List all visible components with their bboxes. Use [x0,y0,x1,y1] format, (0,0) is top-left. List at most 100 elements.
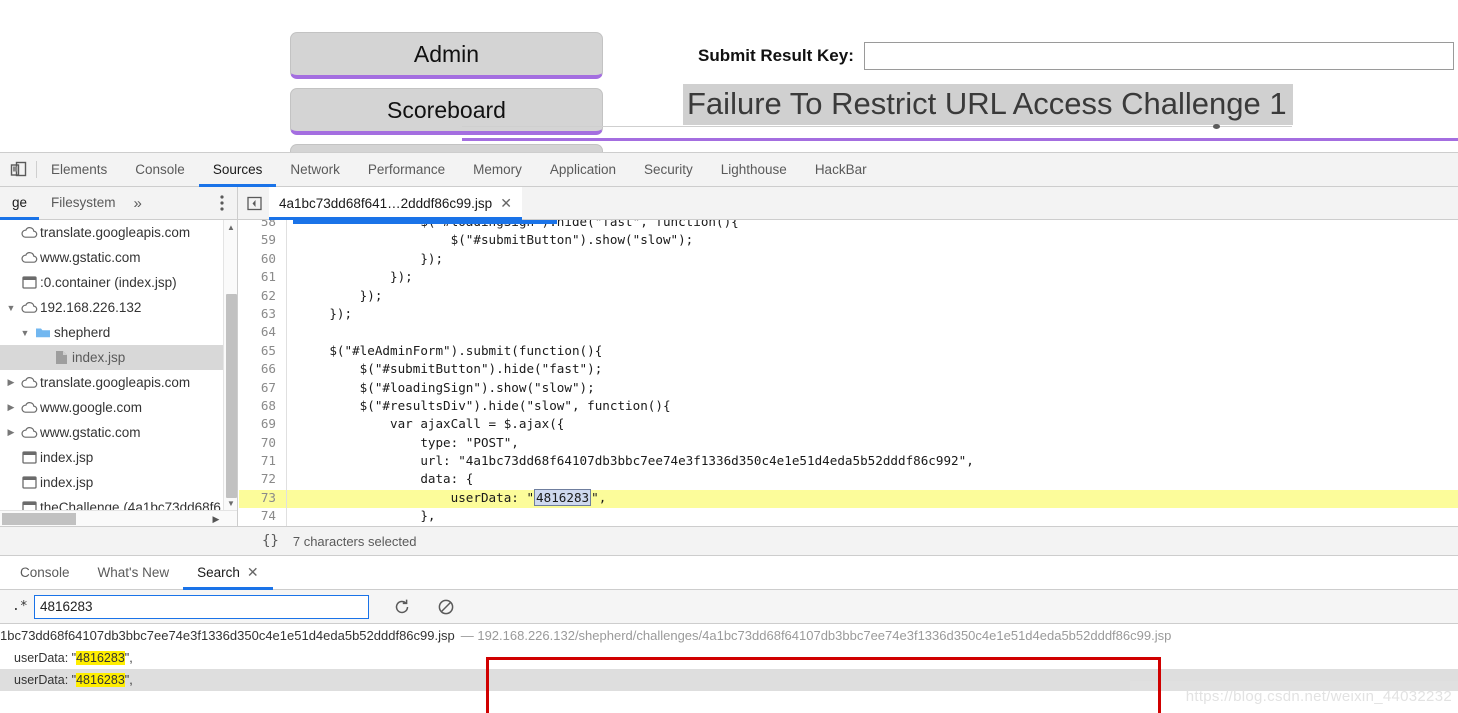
search-result-file-name: 1bc73dd68f64107db3bbc7ee74e3f1336d350c4e… [0,628,455,643]
tree-item-gstatic-1[interactable]: www.gstatic.com [0,245,223,270]
twisty-collapsed[interactable]: ▶ [4,402,18,413]
code-line-67[interactable]: 67 $("#loadingSign").show("slow"); [239,379,1458,398]
line-number: 64 [239,324,287,343]
cloud-icon [18,401,40,414]
tree-item-index-jsp-frame-2[interactable]: index.jsp [0,470,223,495]
selected-text[interactable]: 4816283 [534,488,592,506]
nav-button-next-partial[interactable] [290,144,603,152]
drawer-tab-whats-new[interactable]: What's New [84,556,184,589]
code-line-72[interactable]: 72 data: { [239,471,1458,490]
watermark-strip [1130,681,1458,691]
tab-memory[interactable]: Memory [459,153,536,186]
tree-item-index-jsp-selected[interactable]: index.jsp [0,345,223,370]
drawer-tab-search[interactable]: Search ✕ [183,556,273,590]
tab-security-label: Security [643,162,693,177]
cloud-icon [18,251,40,264]
drawer-tab-console[interactable]: Console [6,556,84,589]
tree-item-index-jsp-frame-1[interactable]: index.jsp [0,445,223,470]
tree-item-translate-googleapis-1[interactable]: translate.googleapis.com [0,220,223,245]
tree-item-container-indexjsp[interactable]: :0.container (index.jsp) [0,270,223,295]
tree-item-label: index.jsp [72,350,126,365]
twisty-expanded[interactable]: ▼ [4,303,18,313]
code-line-62[interactable]: 62 }); [239,287,1458,306]
tree-item-www-google-com[interactable]: ▶ www.google.com [0,395,223,420]
scrollbar-thumb[interactable] [226,294,237,498]
line-number: 66 [239,361,287,380]
drawer-tab-console-label: Console [20,565,70,580]
code-line-64[interactable]: 64 [239,324,1458,343]
tab-console[interactable]: Console [121,153,199,186]
pretty-print-icon[interactable]: {} [262,533,279,549]
navigator-vertical-scrollbar[interactable]: ▲ ▼ [223,220,237,510]
match-suffix: ", [124,651,133,665]
search-result-match-1[interactable]: userData: " 4816283 ", [0,647,1458,669]
line-number: 72 [239,471,287,490]
tab-elements[interactable]: Elements [37,153,121,186]
source-code-editor[interactable]: 58 $("#loadingSign").hide("fast", functi… [239,220,1458,526]
tab-hackbar[interactable]: HackBar [801,153,881,186]
nav-button-admin[interactable]: Admin [290,32,603,79]
file-icon [50,350,72,365]
cloud-icon [18,301,40,314]
navigator-tab-page[interactable]: ge [0,187,40,220]
file-tree: translate.googleapis.com www.gstatic.com [0,220,223,520]
frame-icon [18,276,40,289]
navigator-horizontal-scrollbar[interactable]: ▶ [0,510,237,526]
tab-security[interactable]: Security [630,153,707,186]
code-line-61[interactable]: 61 }); [239,269,1458,288]
scroll-down-arrow-icon[interactable]: ▼ [224,496,237,510]
code-line-73-highlighted[interactable]: 73 userData: " 4816283 ", [239,488,1458,509]
navigator-tab-filesystem[interactable]: Filesystem [39,187,128,220]
tab-performance[interactable]: Performance [354,153,459,186]
editor-file-tab[interactable]: 4a1bc73dd68f641…2dddf86c99.jsp ✕ [269,187,522,220]
show-navigator-icon[interactable] [239,196,269,211]
code-line-68[interactable]: 68 $("#resultsDiv").hide("slow", functio… [239,397,1458,417]
code-line-65[interactable]: 65 $("#leAdminForm").submit(function(){ [239,342,1458,362]
nav-button-scoreboard[interactable]: Scoreboard [290,88,603,135]
refresh-icon[interactable] [391,596,413,618]
code-line-63[interactable]: 63 }); [239,305,1458,325]
chevron-double-right-icon[interactable]: » [128,195,148,212]
code-line-69[interactable]: 69 var ajaxCall = $.ajax({ [239,416,1458,435]
search-input[interactable] [34,594,369,619]
twisty-collapsed[interactable]: ▶ [4,377,18,388]
tree-item-folder-shepherd[interactable]: ▼ shepherd [0,320,223,345]
frame-icon [18,476,40,489]
tab-network[interactable]: Network [276,153,354,186]
device-toolbar-icon[interactable] [0,153,36,186]
submit-result-key-input[interactable] [863,42,1454,70]
scroll-up-arrow-icon[interactable]: ▲ [224,220,237,234]
search-result-file-url: — 192.168.226.132/shepherd/challenges/4a… [460,628,1172,643]
tree-item-label: translate.googleapis.com [40,225,191,240]
search-result-file-header[interactable]: 1bc73dd68f64107db3bbc7ee74e3f1336d350c4e… [0,624,1458,647]
twisty-expanded[interactable]: ▼ [18,328,32,338]
tree-item-translate-googleapis-2[interactable]: ▶ translate.googleapis.com [0,370,223,395]
tab-sources[interactable]: Sources [198,153,277,187]
tab-application[interactable]: Application [536,153,630,186]
nav-button-admin-label: Admin [413,40,480,67]
tree-item-label: index.jsp [40,450,94,465]
page-marker-dot [1213,124,1220,129]
clear-icon[interactable] [435,596,457,618]
tab-application-label: Application [549,162,616,177]
tree-item-host-192-168-226-132[interactable]: ▼ 192.168.226.132 [0,295,223,320]
code-line-66[interactable]: 66 $("#submitButton").hide("fast"); [239,361,1458,380]
close-icon[interactable]: ✕ [247,564,259,581]
editor-status-bar: {} 7 characters selected [0,526,1458,556]
code-line-59[interactable]: 59 $("#submitButton").show("slow"); [239,232,1458,251]
code-line-70[interactable]: 70 type: "POST", [239,434,1458,454]
code-line-60[interactable]: 60 }); [239,250,1458,270]
tree-item-gstatic-2[interactable]: ▶ www.gstatic.com [0,420,223,445]
submit-result-key-row: Submit Result Key: [698,42,1454,70]
regex-icon[interactable]: .* [12,599,34,614]
code-line-74[interactable]: 74 }, [239,508,1458,526]
twisty-collapsed[interactable]: ▶ [4,427,18,438]
scrollbar-thumb-horizontal[interactable] [2,513,76,525]
sources-subtoolbar: ge Filesystem » 4a1bc73dd68f641…2dddf86c… [0,187,1458,220]
line-number: 65 [239,342,287,362]
code-line-71[interactable]: 71 url: "4a1bc73dd68f64107db3bbc7ee74e3f… [239,453,1458,472]
scroll-right-arrow-icon[interactable]: ▶ [208,511,224,526]
kebab-menu-icon[interactable] [215,193,229,218]
tab-lighthouse[interactable]: Lighthouse [707,153,801,186]
close-icon[interactable]: ✕ [500,195,512,212]
